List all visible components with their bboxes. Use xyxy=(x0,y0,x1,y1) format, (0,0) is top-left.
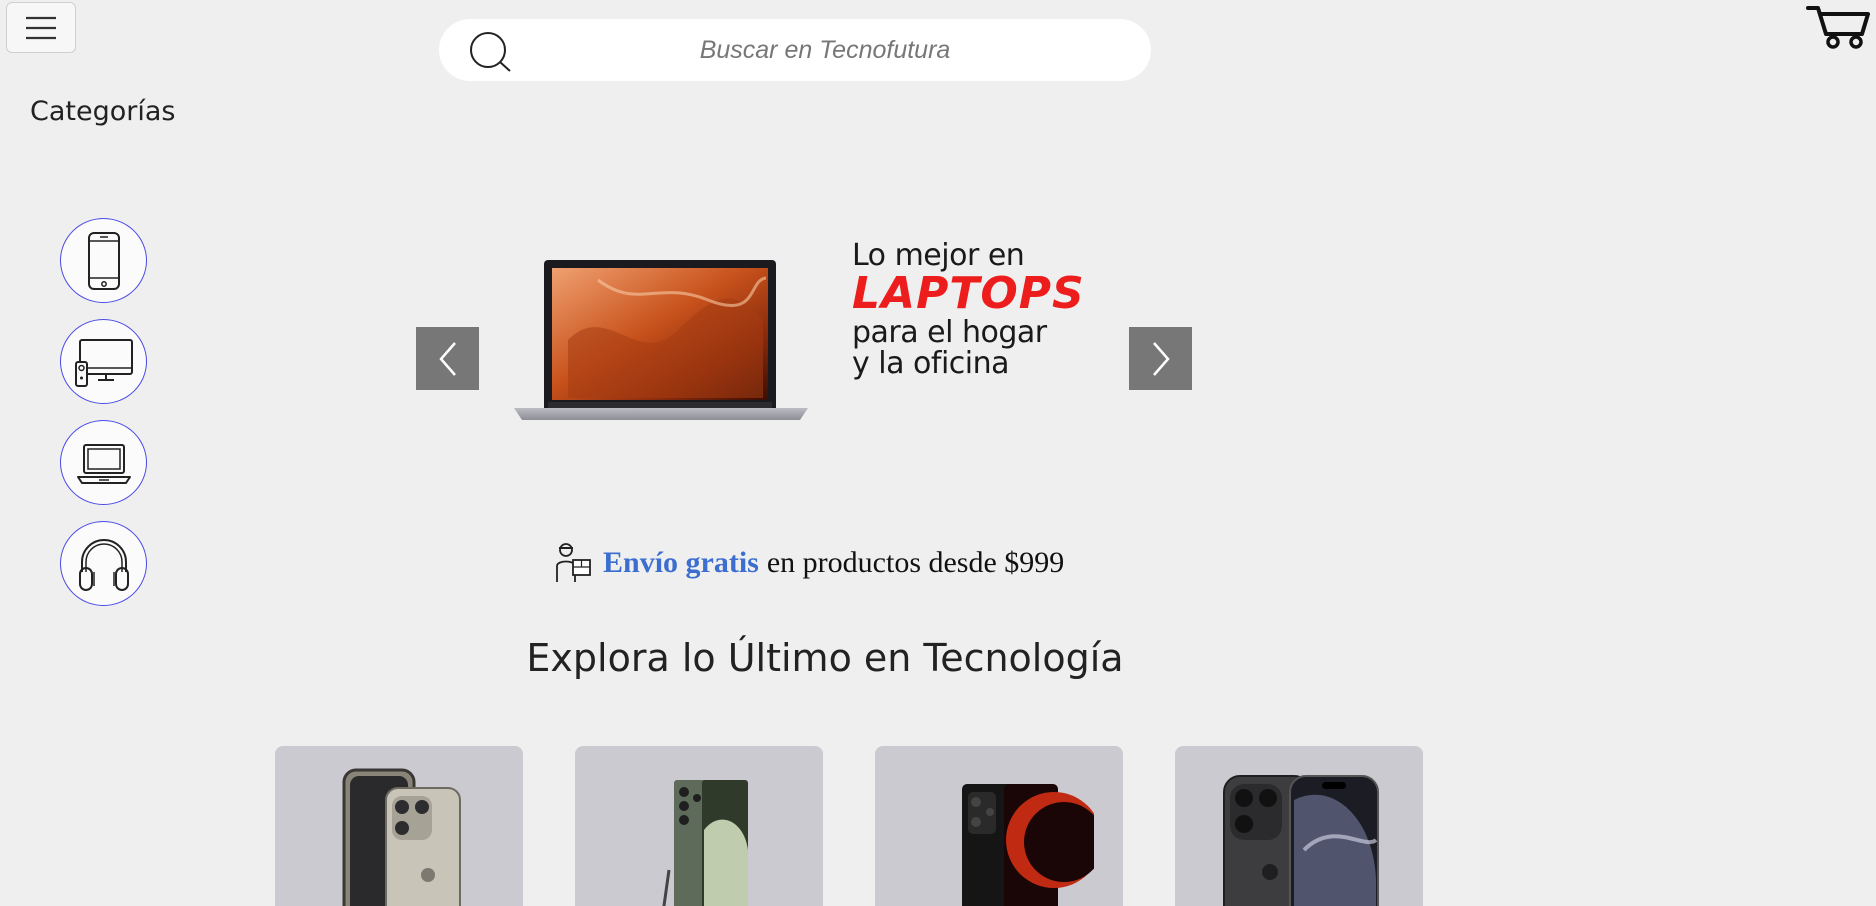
product-card[interactable] xyxy=(275,746,523,906)
banner-line-3: y la oficina xyxy=(852,346,1010,381)
laptop-banner-image xyxy=(514,260,808,420)
free-shipping-note: Envío gratis en productos desde $999 xyxy=(553,542,1064,584)
category-laptops[interactable] xyxy=(60,420,147,505)
banner-line-2: para el hogar xyxy=(852,315,1047,350)
laptop-icon xyxy=(76,443,131,484)
category-tv[interactable] xyxy=(60,319,147,404)
section-title: Explora lo Último en Tecnología xyxy=(526,636,1124,680)
product-image xyxy=(662,780,748,906)
menu-button[interactable] xyxy=(6,2,76,53)
category-list xyxy=(60,218,147,622)
banner-text: Lo mejor en LAPTOPS para el hogar y la o… xyxy=(852,240,1085,379)
headphones-icon xyxy=(78,538,129,591)
categories-title: Categorías xyxy=(30,96,176,127)
free-shipping-highlight: Envío gratis xyxy=(603,546,759,579)
product-grid xyxy=(275,746,1475,906)
tv-icon xyxy=(74,338,133,387)
banner-line-1: Lo mejor en xyxy=(852,238,1025,273)
product-image xyxy=(342,768,461,906)
chevron-left-icon xyxy=(438,341,456,376)
hamburger-menu-icon xyxy=(26,16,56,39)
banner-slide[interactable]: Lo mejor en LAPTOPS para el hogar y la o… xyxy=(508,220,1108,430)
carousel-next-button[interactable] xyxy=(1129,327,1192,390)
category-headphones[interactable] xyxy=(60,521,147,606)
banner-highlight: LAPTOPS xyxy=(852,268,1085,319)
product-image xyxy=(1223,775,1379,906)
delivery-person-icon xyxy=(556,543,591,582)
carousel-prev-button[interactable] xyxy=(416,327,479,390)
smartphone-icon xyxy=(87,231,120,290)
free-shipping-text: en productos desde $999 xyxy=(766,546,1065,579)
cart-icon[interactable] xyxy=(1806,2,1870,50)
category-smartphones[interactable] xyxy=(60,218,147,303)
product-card[interactable] xyxy=(575,746,823,906)
search-icon[interactable] xyxy=(467,31,513,73)
banner-carousel: Lo mejor en LAPTOPS para el hogar y la o… xyxy=(416,190,1192,440)
product-card[interactable] xyxy=(1175,746,1423,906)
product-image xyxy=(962,784,1094,906)
chevron-right-icon xyxy=(1152,341,1170,376)
product-card[interactable] xyxy=(875,746,1123,906)
search-input[interactable] xyxy=(535,27,1115,73)
search-bar xyxy=(439,19,1151,81)
